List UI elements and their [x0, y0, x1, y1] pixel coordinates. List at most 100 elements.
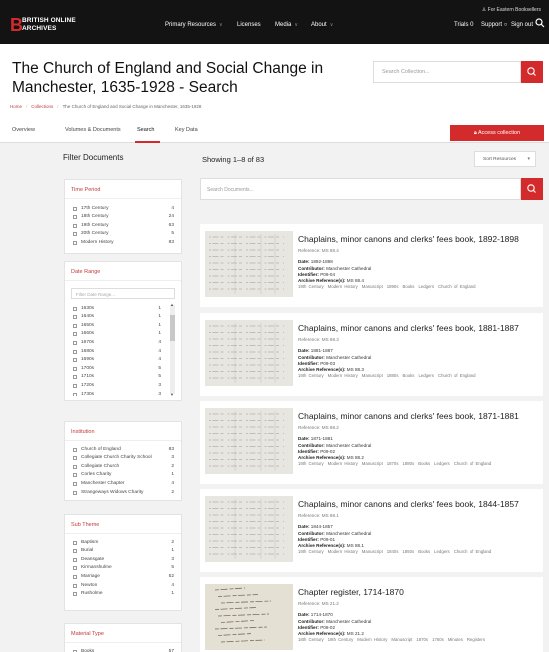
- checkbox[interactable]: [73, 232, 77, 237]
- filter-option[interactable]: Collegiate Church Charity School 3: [65, 455, 181, 464]
- document-thumbnail[interactable]: [205, 496, 293, 562]
- filter-option[interactable]: Corles Charity 1: [65, 472, 181, 481]
- filter-option[interactable]: Marriage 52: [65, 573, 181, 582]
- tag[interactable]: 1850s: [402, 549, 414, 554]
- tag[interactable]: 19th Century: [298, 549, 324, 554]
- checkbox[interactable]: [73, 323, 77, 328]
- checkbox[interactable]: [73, 456, 77, 461]
- tab-volumes-documents[interactable]: Volumes & Documents: [65, 127, 121, 133]
- result-title-link[interactable]: Chaplains, minor canons and clerks' fees…: [298, 411, 519, 421]
- checkbox[interactable]: [73, 473, 77, 478]
- breadcrumb-collections[interactable]: Collections: [31, 104, 53, 109]
- tag[interactable]: 1870s: [387, 461, 399, 466]
- checkbox[interactable]: [73, 215, 77, 220]
- nav-media[interactable]: Media ∨: [275, 22, 298, 28]
- result-card[interactable]: Chaplains, minor canons and clerks' fees…: [200, 401, 543, 484]
- checkbox[interactable]: [73, 583, 77, 588]
- tag[interactable]: Books: [418, 461, 430, 466]
- tag[interactable]: 1890s: [387, 284, 399, 289]
- filter-option[interactable]: 1720s 3: [65, 382, 181, 391]
- filter-option[interactable]: Deansgate 3: [65, 556, 181, 565]
- checkbox[interactable]: [73, 306, 77, 311]
- result-card[interactable]: Chaplains, minor canons and clerks' fees…: [200, 489, 543, 572]
- result-title-link[interactable]: Chapter register, 1714-1870: [298, 587, 404, 597]
- checkbox[interactable]: [73, 557, 77, 562]
- checkbox[interactable]: [73, 240, 77, 245]
- tag[interactable]: Church of England: [454, 549, 492, 554]
- tag[interactable]: Church of England: [454, 461, 492, 466]
- tag[interactable]: Books: [418, 549, 430, 554]
- checkbox[interactable]: [73, 332, 77, 337]
- checkbox[interactable]: [73, 540, 77, 545]
- access-collection-button[interactable]: 🔒︎ Access collection: [450, 125, 544, 141]
- checkbox[interactable]: [73, 549, 77, 554]
- filter-option[interactable]: 1650s 1: [65, 322, 181, 331]
- tab-overview[interactable]: Overview: [12, 127, 35, 133]
- tag[interactable]: Books: [402, 284, 414, 289]
- nav-licenses[interactable]: Licenses: [237, 22, 261, 28]
- tag[interactable]: Church of England: [438, 284, 476, 289]
- result-title-link[interactable]: Chaplains, minor canons and clerks' fees…: [298, 234, 519, 244]
- filter-option[interactable]: Baptism 2: [65, 539, 181, 548]
- nav-support[interactable]: Support ○: [481, 22, 507, 28]
- filter-option[interactable]: 1730s 3: [65, 391, 181, 396]
- checkbox[interactable]: [73, 481, 77, 486]
- checkbox[interactable]: [73, 206, 77, 211]
- tag[interactable]: Minutes: [448, 637, 463, 642]
- filter-option[interactable]: 1690s 4: [65, 357, 181, 366]
- sort-resources-dropdown[interactable]: Sort Resources ▾: [474, 151, 536, 167]
- checkbox[interactable]: [73, 464, 77, 469]
- tag[interactable]: Modern History: [328, 284, 358, 289]
- filter-option[interactable]: 1710s 5: [65, 374, 181, 383]
- nav-primary-resources[interactable]: Primary Resources ∨: [165, 22, 223, 28]
- result-card[interactable]: Chaplains, minor canons and clerks' fees…: [200, 313, 543, 396]
- tag[interactable]: 19th Century: [298, 461, 324, 466]
- date-range-filter-input[interactable]: Filter Date Range...: [71, 288, 175, 299]
- filter-option[interactable]: Modern History 83: [65, 239, 181, 248]
- filter-option[interactable]: 19th Century 63: [65, 222, 181, 231]
- document-thumbnail[interactable]: [205, 320, 293, 386]
- document-search-input[interactable]: Search Documents...: [200, 178, 521, 200]
- nav-about[interactable]: About ∨: [311, 22, 333, 28]
- tag[interactable]: Manuscript: [362, 461, 383, 466]
- checkbox[interactable]: [73, 574, 77, 579]
- nav-sign-out[interactable]: Sign out: [511, 22, 533, 28]
- tag[interactable]: Manuscript: [362, 284, 383, 289]
- result-card[interactable]: Chapter register, 1714-1870 Reference: MS…: [200, 577, 543, 652]
- checkbox[interactable]: [73, 383, 77, 388]
- filter-option[interactable]: Newton 4: [65, 582, 181, 591]
- filter-option[interactable]: 1640s 1: [65, 314, 181, 323]
- filter-option[interactable]: 20th Century 5: [65, 231, 181, 240]
- checkbox[interactable]: [73, 315, 77, 320]
- tag[interactable]: 19th Century: [298, 284, 324, 289]
- filter-option[interactable]: Strangeways Widows Charity 2: [65, 489, 181, 498]
- filter-option[interactable]: 1670s 4: [65, 339, 181, 348]
- result-card[interactable]: Chaplains, minor canons and clerks' fees…: [200, 224, 543, 307]
- tag[interactable]: Modern History: [328, 549, 358, 554]
- filter-option[interactable]: Burial 1: [65, 548, 181, 557]
- tag[interactable]: Books: [402, 373, 414, 378]
- tag[interactable]: Manuscript: [362, 373, 383, 378]
- tag[interactable]: Modern History: [328, 461, 358, 466]
- tag[interactable]: 1840s: [387, 549, 399, 554]
- filter-option[interactable]: 17th Century 4: [65, 205, 181, 214]
- search-icon[interactable]: [535, 18, 545, 28]
- tag[interactable]: 1870s: [416, 637, 428, 642]
- document-thumbnail[interactable]: [205, 231, 293, 297]
- tag[interactable]: 1880s: [402, 461, 414, 466]
- checkbox[interactable]: [73, 490, 77, 495]
- checkbox[interactable]: [73, 340, 77, 345]
- filter-option[interactable]: 18th Century 24: [65, 214, 181, 223]
- tag[interactable]: Registers: [467, 637, 485, 642]
- filter-option[interactable]: Books 57: [65, 648, 181, 652]
- checkbox[interactable]: [73, 592, 77, 597]
- tag[interactable]: 19th Century: [328, 637, 354, 642]
- tag[interactable]: 1880s: [387, 373, 399, 378]
- checkbox[interactable]: [73, 566, 77, 571]
- nav-trials[interactable]: Trials 0: [454, 22, 473, 28]
- tag[interactable]: 1760s: [432, 637, 444, 642]
- checkbox[interactable]: [73, 358, 77, 363]
- filter-option[interactable]: 1680s 4: [65, 348, 181, 357]
- tag[interactable]: Ledgers: [418, 373, 434, 378]
- filter-option[interactable]: Rusholme 1: [65, 591, 181, 600]
